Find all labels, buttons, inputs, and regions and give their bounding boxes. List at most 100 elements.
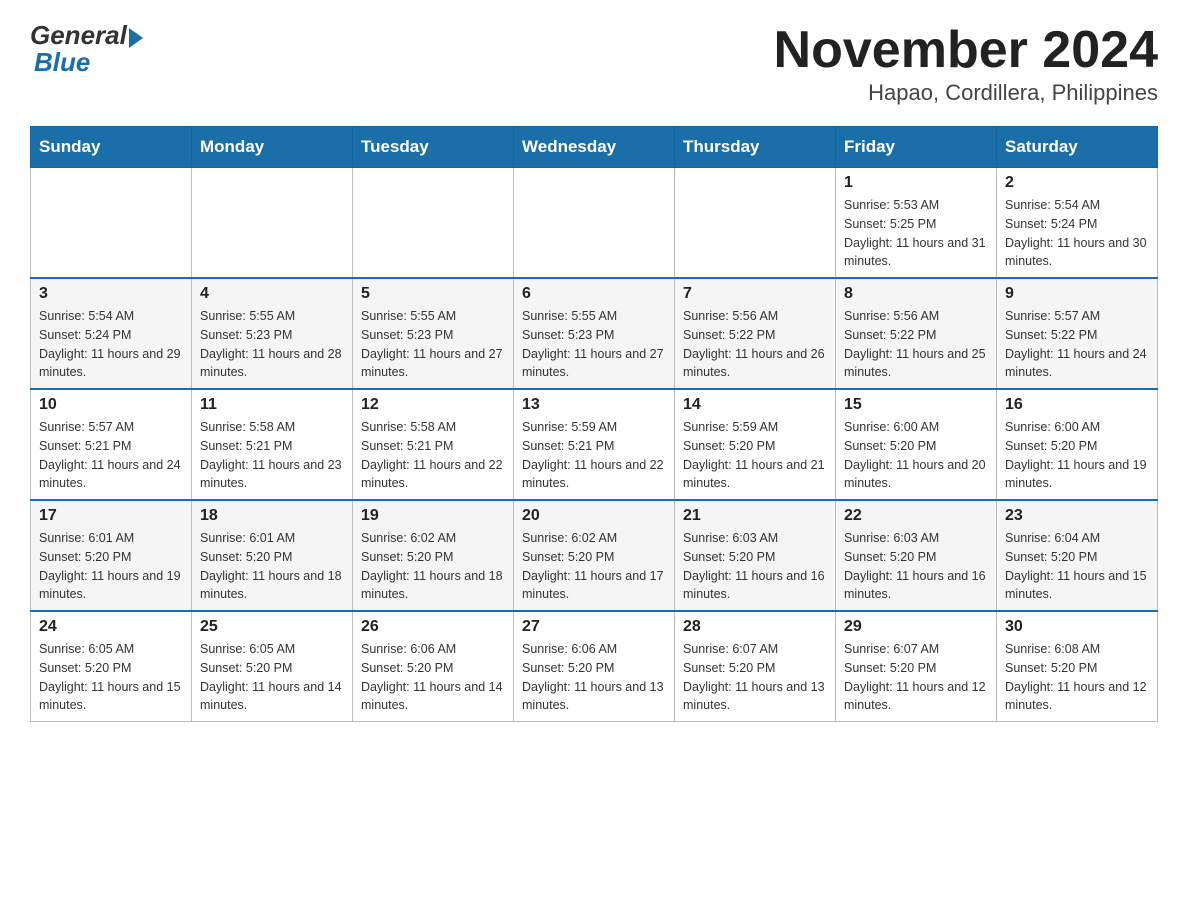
calendar-cell: 26Sunrise: 6:06 AMSunset: 5:20 PMDayligh… (353, 611, 514, 722)
title-section: November 2024 Hapao, Cordillera, Philipp… (774, 20, 1158, 106)
calendar-cell: 24 Sunrise: 6:05 AMSunset: 5:20 PMDayligh… (31, 611, 192, 722)
calendar-cell (31, 168, 192, 279)
logo: General Blue (30, 20, 143, 78)
calendar-cell: 21Sunrise: 6:03 AMSunset: 5:20 PMDayligh… (675, 500, 836, 611)
day-info: Sunrise: 6:03 AMSunset: 5:20 PMDaylight:… (844, 529, 988, 604)
day-number: 2 (1005, 174, 1149, 192)
day-info: Sunrise: 6:05 AMSunset: 5:20 PMDaylight:… (39, 640, 183, 715)
calendar-cell: 5 Sunrise: 5:55 AMSunset: 5:23 PMDaylight… (353, 278, 514, 389)
calendar-cell (514, 168, 675, 279)
day-info: Sunrise: 6:06 AMSunset: 5:20 PMDaylight:… (522, 640, 666, 715)
day-number: 6 (522, 285, 666, 303)
calendar-cell: 8 Sunrise: 5:56 AMSunset: 5:22 PMDaylight… (836, 278, 997, 389)
calendar-cell: 3 Sunrise: 5:54 AMSunset: 5:24 PMDaylight… (31, 278, 192, 389)
calendar-cell: 14 Sunrise: 5:59 AMSunset: 5:20 PMDayligh… (675, 389, 836, 500)
weekday-header-row: Sunday Monday Tuesday Wednesday Thursday… (31, 127, 1158, 168)
week-row-1: 1 Sunrise: 5:53 AMSunset: 5:25 PMDaylight… (31, 168, 1158, 279)
calendar-cell: 4 Sunrise: 5:55 AMSunset: 5:23 PMDaylight… (192, 278, 353, 389)
day-number: 7 (683, 285, 827, 303)
calendar-cell: 19 Sunrise: 6:02 AMSunset: 5:20 PMDayligh… (353, 500, 514, 611)
calendar-cell: 6 Sunrise: 5:55 AMSunset: 5:23 PMDaylight… (514, 278, 675, 389)
day-number: 4 (200, 285, 344, 303)
day-number: 29 (844, 618, 988, 636)
day-info: Sunrise: 6:05 AMSunset: 5:20 PMDaylight:… (200, 640, 344, 715)
day-info: Sunrise: 6:00 AMSunset: 5:20 PMDaylight:… (844, 418, 988, 493)
day-number: 20 (522, 507, 666, 525)
day-info: Sunrise: 5:53 AMSunset: 5:25 PMDaylight:… (844, 196, 988, 271)
calendar-cell: 25Sunrise: 6:05 AMSunset: 5:20 PMDayligh… (192, 611, 353, 722)
day-number: 12 (361, 396, 505, 414)
logo-arrow-icon (129, 28, 143, 48)
page-subtitle: Hapao, Cordillera, Philippines (774, 80, 1158, 106)
calendar-cell (192, 168, 353, 279)
header-friday: Friday (836, 127, 997, 168)
calendar-cell (675, 168, 836, 279)
calendar-cell (353, 168, 514, 279)
day-info: Sunrise: 5:58 AMSunset: 5:21 PMDaylight:… (361, 418, 505, 493)
calendar-cell: 17 Sunrise: 6:01 AMSunset: 5:20 PMDayligh… (31, 500, 192, 611)
day-info: Sunrise: 5:55 AMSunset: 5:23 PMDaylight:… (361, 307, 505, 382)
day-info: Sunrise: 5:58 AMSunset: 5:21 PMDaylight:… (200, 418, 344, 493)
day-number: 22 (844, 507, 988, 525)
header-saturday: Saturday (997, 127, 1158, 168)
calendar-cell: 28 Sunrise: 6:07 AMSunset: 5:20 PMDayligh… (675, 611, 836, 722)
calendar-cell: 23 Sunrise: 6:04 AMSunset: 5:20 PMDayligh… (997, 500, 1158, 611)
calendar-cell: 11 Sunrise: 5:58 AMSunset: 5:21 PMDayligh… (192, 389, 353, 500)
day-info: Sunrise: 5:55 AMSunset: 5:23 PMDaylight:… (200, 307, 344, 382)
calendar-cell: 12 Sunrise: 5:58 AMSunset: 5:21 PMDayligh… (353, 389, 514, 500)
day-number: 19 (361, 507, 505, 525)
day-number: 27 (522, 618, 666, 636)
calendar-cell: 18Sunrise: 6:01 AMSunset: 5:20 PMDayligh… (192, 500, 353, 611)
calendar-cell: 30 Sunrise: 6:08 AMSunset: 5:20 PMDayligh… (997, 611, 1158, 722)
day-number: 13 (522, 396, 666, 414)
calendar-cell: 29 Sunrise: 6:07 AMSunset: 5:20 PMDayligh… (836, 611, 997, 722)
day-number: 10 (39, 396, 183, 414)
day-number: 3 (39, 285, 183, 303)
day-number: 24 (39, 618, 183, 636)
day-info: Sunrise: 6:07 AMSunset: 5:20 PMDaylight:… (844, 640, 988, 715)
day-number: 14 (683, 396, 827, 414)
header-tuesday: Tuesday (353, 127, 514, 168)
day-info: Sunrise: 6:07 AMSunset: 5:20 PMDaylight:… (683, 640, 827, 715)
day-info: Sunrise: 6:06 AMSunset: 5:20 PMDaylight:… (361, 640, 505, 715)
day-number: 28 (683, 618, 827, 636)
day-number: 8 (844, 285, 988, 303)
day-number: 1 (844, 174, 988, 192)
calendar-cell: 16 Sunrise: 6:00 AMSunset: 5:20 PMDayligh… (997, 389, 1158, 500)
calendar-cell: 1 Sunrise: 5:53 AMSunset: 5:25 PMDaylight… (836, 168, 997, 279)
day-info: Sunrise: 5:54 AMSunset: 5:24 PMDaylight:… (1005, 196, 1149, 271)
calendar-table: Sunday Monday Tuesday Wednesday Thursday… (30, 126, 1158, 722)
day-info: Sunrise: 6:00 AMSunset: 5:20 PMDaylight:… (1005, 418, 1149, 493)
day-number: 11 (200, 396, 344, 414)
day-info: Sunrise: 6:04 AMSunset: 5:20 PMDaylight:… (1005, 529, 1149, 604)
day-info: Sunrise: 5:54 AMSunset: 5:24 PMDaylight:… (39, 307, 183, 382)
calendar-cell: 2 Sunrise: 5:54 AMSunset: 5:24 PMDaylight… (997, 168, 1158, 279)
header-sunday: Sunday (31, 127, 192, 168)
calendar-cell: 13 Sunrise: 5:59 AMSunset: 5:21 PMDayligh… (514, 389, 675, 500)
day-info: Sunrise: 5:55 AMSunset: 5:23 PMDaylight:… (522, 307, 666, 382)
day-info: Sunrise: 5:59 AMSunset: 5:20 PMDaylight:… (683, 418, 827, 493)
day-info: Sunrise: 5:56 AMSunset: 5:22 PMDaylight:… (844, 307, 988, 382)
day-number: 9 (1005, 285, 1149, 303)
header-thursday: Thursday (675, 127, 836, 168)
day-info: Sunrise: 6:08 AMSunset: 5:20 PMDaylight:… (1005, 640, 1149, 715)
day-info: Sunrise: 5:59 AMSunset: 5:21 PMDaylight:… (522, 418, 666, 493)
calendar-cell: 20Sunrise: 6:02 AMSunset: 5:20 PMDayligh… (514, 500, 675, 611)
week-row-2: 3 Sunrise: 5:54 AMSunset: 5:24 PMDaylight… (31, 278, 1158, 389)
day-number: 17 (39, 507, 183, 525)
day-number: 15 (844, 396, 988, 414)
week-row-5: 24 Sunrise: 6:05 AMSunset: 5:20 PMDayligh… (31, 611, 1158, 722)
day-info: Sunrise: 5:56 AMSunset: 5:22 PMDaylight:… (683, 307, 827, 382)
day-number: 5 (361, 285, 505, 303)
page-header: General Blue November 2024 Hapao, Cordil… (30, 20, 1158, 106)
calendar-cell: 27 Sunrise: 6:06 AMSunset: 5:20 PMDayligh… (514, 611, 675, 722)
day-info: Sunrise: 6:01 AMSunset: 5:20 PMDaylight:… (39, 529, 183, 604)
day-number: 21 (683, 507, 827, 525)
day-number: 30 (1005, 618, 1149, 636)
day-number: 23 (1005, 507, 1149, 525)
day-info: Sunrise: 6:01 AMSunset: 5:20 PMDaylight:… (200, 529, 344, 604)
calendar-cell: 22 Sunrise: 6:03 AMSunset: 5:20 PMDayligh… (836, 500, 997, 611)
header-wednesday: Wednesday (514, 127, 675, 168)
day-info: Sunrise: 6:02 AMSunset: 5:20 PMDaylight:… (361, 529, 505, 604)
day-number: 16 (1005, 396, 1149, 414)
